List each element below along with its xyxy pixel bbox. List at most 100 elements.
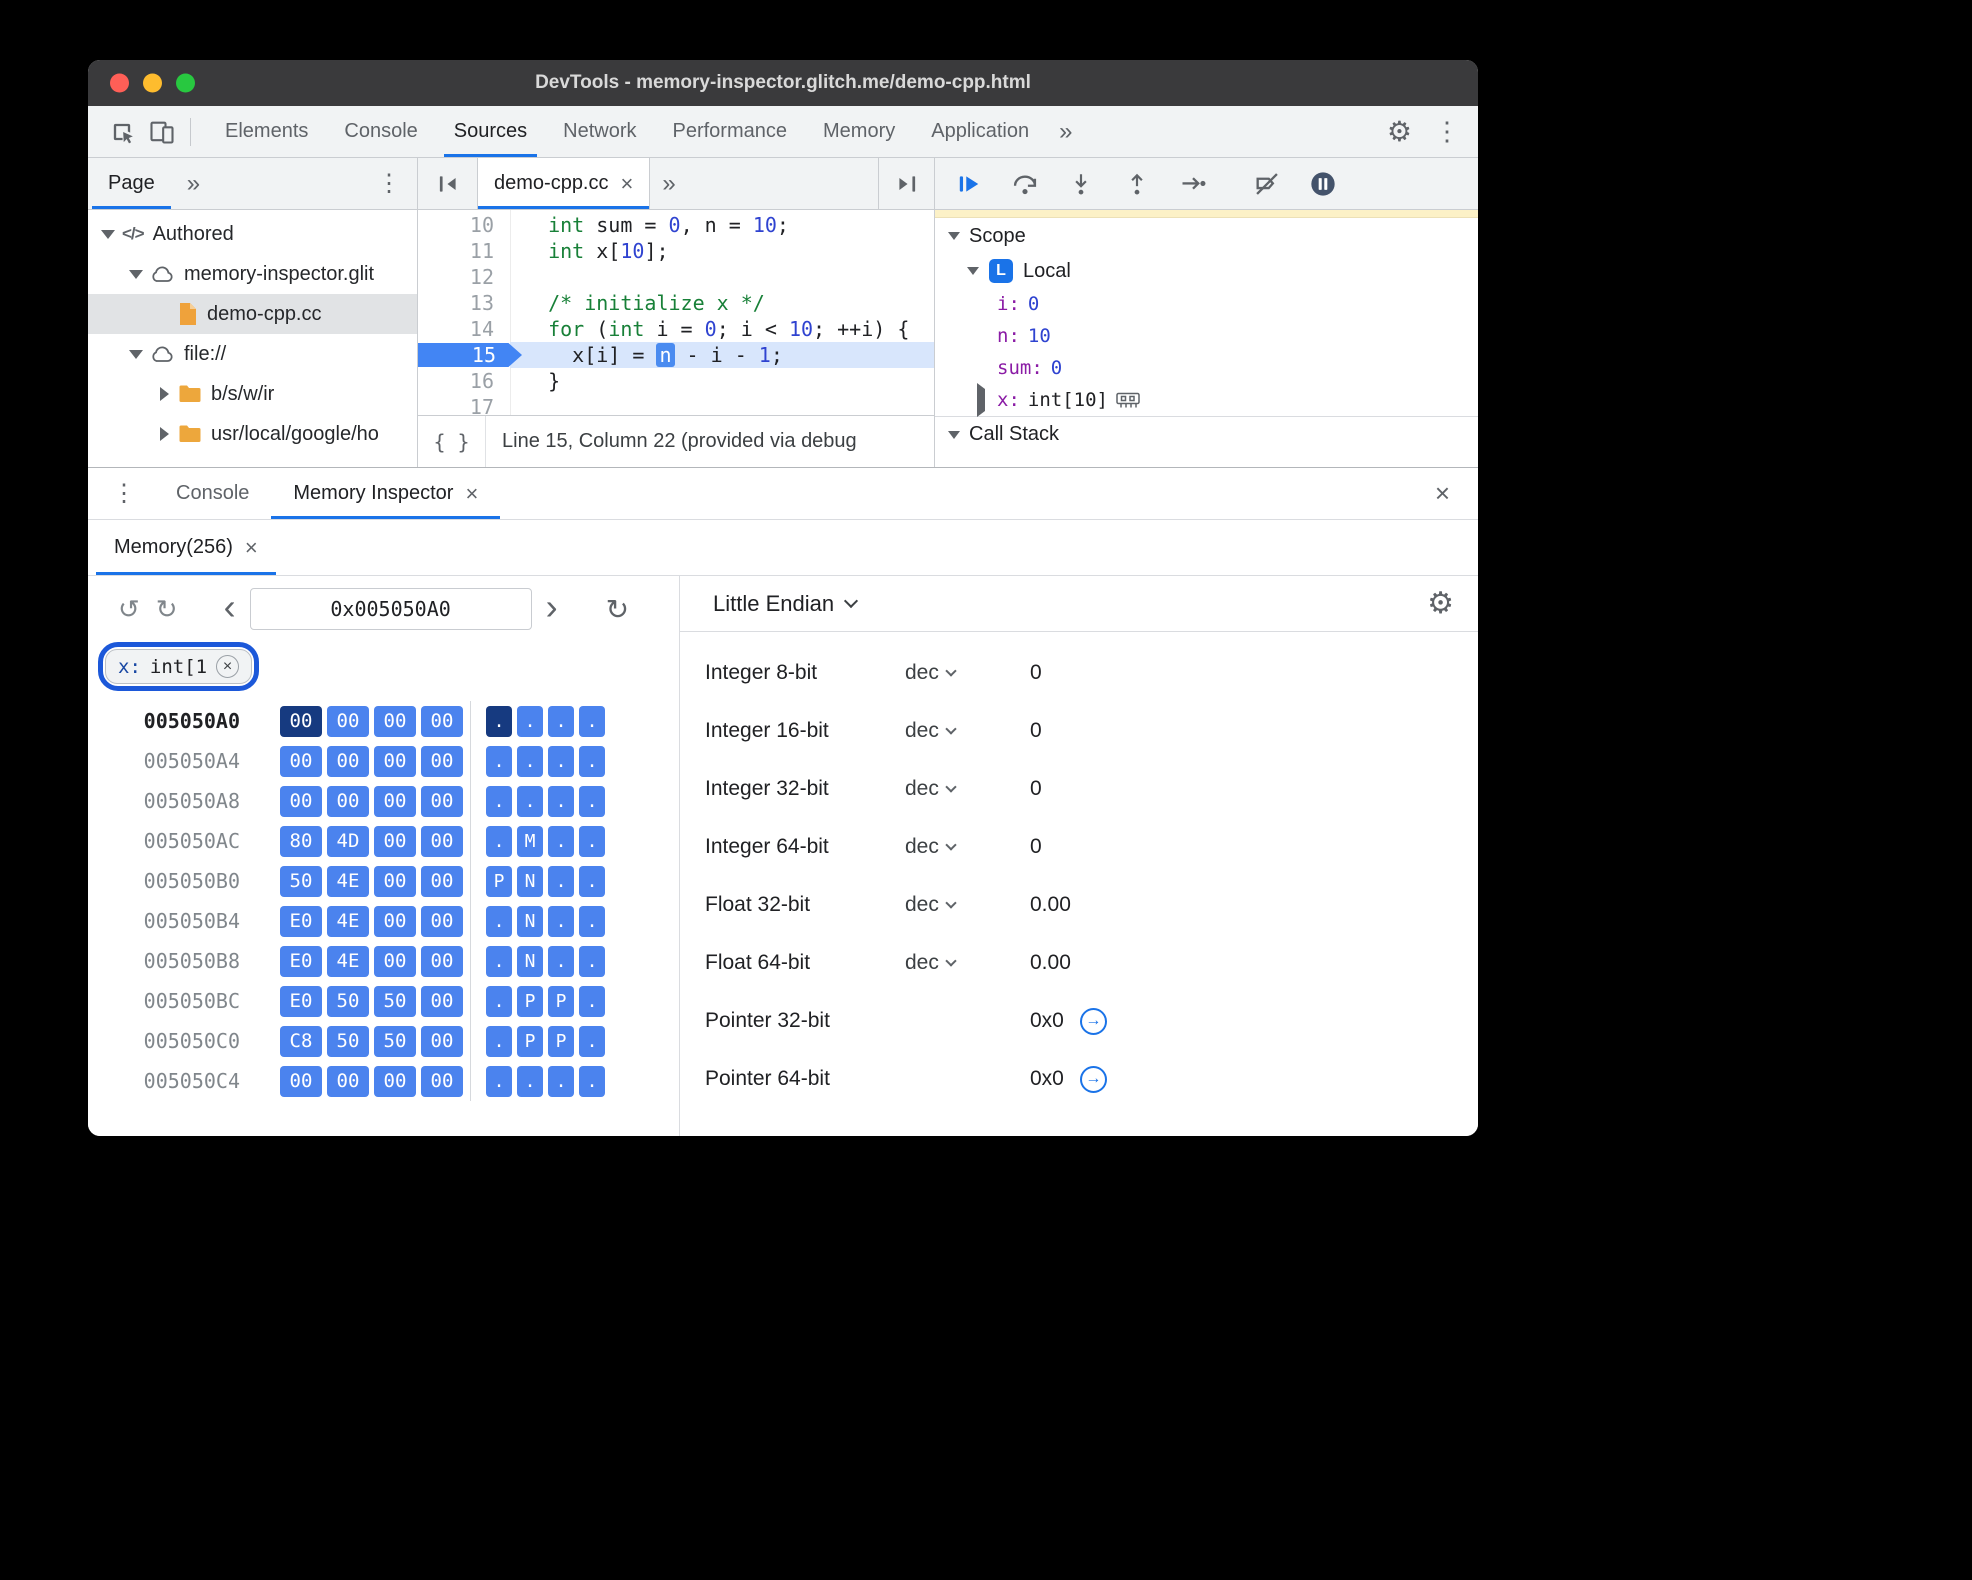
ascii-char[interactable]: . xyxy=(548,705,574,737)
ascii-char[interactable]: . xyxy=(579,905,605,937)
previous-page-icon[interactable]: ‹ xyxy=(214,589,246,625)
hex-byte[interactable]: 4E xyxy=(327,945,369,977)
hex-byte[interactable]: 00 xyxy=(280,745,322,777)
ascii-char[interactable]: . xyxy=(548,745,574,777)
scope-local-row[interactable]: L Local xyxy=(935,254,1478,288)
ascii-char[interactable]: . xyxy=(517,1065,543,1097)
hex-byte[interactable]: 00 xyxy=(421,745,463,777)
editor-more-tabs-icon[interactable]: » xyxy=(650,158,687,209)
ascii-char[interactable]: . xyxy=(579,825,605,857)
step-into-icon[interactable] xyxy=(1067,170,1095,198)
deactivate-breakpoints-icon[interactable] xyxy=(1253,170,1281,198)
hex-byte[interactable]: 50 xyxy=(374,985,416,1017)
history-forward-icon[interactable]: ↻ xyxy=(148,594,186,625)
tree-item-authored[interactable]: </> Authored xyxy=(88,214,417,254)
ascii-char[interactable]: . xyxy=(486,705,512,737)
scope-variable-x[interactable]: x: int[10] xyxy=(935,383,1478,417)
hex-byte[interactable]: 00 xyxy=(374,1065,416,1097)
minimize-window-button[interactable] xyxy=(143,73,162,93)
inspect-element-icon[interactable] xyxy=(102,112,142,152)
hex-byte[interactable]: 50 xyxy=(280,865,322,897)
hex-byte[interactable]: 00 xyxy=(421,1065,463,1097)
tab-memory[interactable]: Memory xyxy=(805,106,913,157)
ascii-char[interactable]: . xyxy=(486,945,512,977)
close-tab-icon[interactable]: × xyxy=(621,172,634,195)
hex-byte[interactable]: 50 xyxy=(327,985,369,1017)
scope-section-header[interactable]: Scope xyxy=(935,218,1478,254)
tree-item-usr-local-google-ho[interactable]: usr/local/google/ho xyxy=(88,414,417,454)
format-select[interactable]: dec xyxy=(905,719,1030,743)
endianness-select[interactable]: Little Endian xyxy=(713,591,834,617)
step-over-icon[interactable] xyxy=(1011,170,1039,198)
ascii-char[interactable]: . xyxy=(579,1025,605,1057)
pause-on-exceptions-icon[interactable] xyxy=(1309,170,1337,198)
close-drawer-icon[interactable]: × xyxy=(1435,478,1478,509)
ascii-char[interactable]: . xyxy=(579,985,605,1017)
ascii-char[interactable]: . xyxy=(486,825,512,857)
hex-byte[interactable]: 50 xyxy=(374,1025,416,1057)
line-number[interactable]: 17 xyxy=(418,394,510,415)
hex-byte[interactable]: 4E xyxy=(327,905,369,937)
ascii-char[interactable]: . xyxy=(486,1065,512,1097)
tree-item-memory-inspector-glit[interactable]: memory-inspector.glit xyxy=(88,254,417,294)
close-tab-icon[interactable]: × xyxy=(465,482,478,505)
tree-item-demo-cpp-cc[interactable]: demo-cpp.cc xyxy=(88,294,417,334)
code-editor[interactable]: 10 int sum = 0, n = 10; 11 int x[10]; 12 13… xyxy=(418,210,934,415)
hex-byte[interactable]: 00 xyxy=(421,1025,463,1057)
ascii-char[interactable]: . xyxy=(579,865,605,897)
ascii-char[interactable]: . xyxy=(579,705,605,737)
step-icon[interactable] xyxy=(1179,170,1207,198)
format-select[interactable]: dec xyxy=(905,835,1030,859)
hex-byte[interactable]: E0 xyxy=(280,905,322,937)
tree-item-file[interactable]: file:// xyxy=(88,334,417,374)
ascii-char[interactable]: P xyxy=(548,985,574,1017)
zoom-window-button[interactable] xyxy=(176,73,195,93)
format-select[interactable]: dec xyxy=(905,951,1030,975)
jump-to-address-icon[interactable]: → xyxy=(1079,1065,1107,1093)
step-out-icon[interactable] xyxy=(1123,170,1151,198)
ascii-char[interactable]: N xyxy=(517,865,543,897)
line-number[interactable]: 15 xyxy=(418,342,522,368)
tab-application[interactable]: Application xyxy=(913,106,1047,157)
tree-item-b-s-w-ir[interactable]: b/s/w/ir xyxy=(88,374,417,414)
ascii-char[interactable]: . xyxy=(548,1065,574,1097)
format-select[interactable]: dec xyxy=(905,661,1030,685)
drawer-tab-console[interactable]: Console xyxy=(154,468,271,519)
tab-elements[interactable]: Elements xyxy=(207,106,326,157)
hex-byte[interactable]: 00 xyxy=(374,705,416,737)
hex-byte[interactable]: 00 xyxy=(280,1065,322,1097)
ascii-char[interactable]: . xyxy=(548,905,574,937)
hex-byte[interactable]: 4D xyxy=(327,825,369,857)
tab-memory-256[interactable]: Memory(256) × xyxy=(96,520,276,575)
ascii-char[interactable]: P xyxy=(517,985,543,1017)
hex-byte[interactable]: 00 xyxy=(374,945,416,977)
line-number[interactable]: 10 xyxy=(418,212,510,238)
tab-console[interactable]: Console xyxy=(326,106,435,157)
expander-icon[interactable] xyxy=(977,383,985,417)
tab-performance[interactable]: Performance xyxy=(655,106,806,157)
hex-byte[interactable]: 00 xyxy=(421,785,463,817)
tab-demo-cpp[interactable]: demo-cpp.cc × xyxy=(478,158,651,209)
ascii-char[interactable]: . xyxy=(517,745,543,777)
call-stack-section-header[interactable]: Call Stack xyxy=(935,416,1478,452)
ascii-char[interactable]: . xyxy=(486,745,512,777)
line-number[interactable]: 14 xyxy=(418,316,510,342)
address-input[interactable] xyxy=(249,588,532,630)
drawer-tab-memory-inspector[interactable]: Memory Inspector × xyxy=(271,468,501,519)
ascii-char[interactable]: P xyxy=(548,1025,574,1057)
hex-byte[interactable]: 00 xyxy=(374,745,416,777)
pretty-print-button[interactable]: { } xyxy=(418,416,486,467)
remove-tag-icon[interactable]: × xyxy=(216,655,240,678)
ascii-char[interactable]: N xyxy=(517,945,543,977)
ascii-char[interactable]: . xyxy=(548,945,574,977)
ascii-char[interactable]: . xyxy=(579,745,605,777)
next-page-icon[interactable]: › xyxy=(536,589,568,625)
line-number[interactable]: 16 xyxy=(418,368,510,394)
line-number[interactable]: 12 xyxy=(418,264,510,290)
ascii-char[interactable]: . xyxy=(486,1025,512,1057)
ascii-char[interactable]: P xyxy=(517,1025,543,1057)
resume-script-icon[interactable] xyxy=(955,170,983,198)
tab-page[interactable]: Page xyxy=(88,158,175,209)
hex-byte[interactable]: 00 xyxy=(280,785,322,817)
hex-byte[interactable]: 00 xyxy=(374,905,416,937)
